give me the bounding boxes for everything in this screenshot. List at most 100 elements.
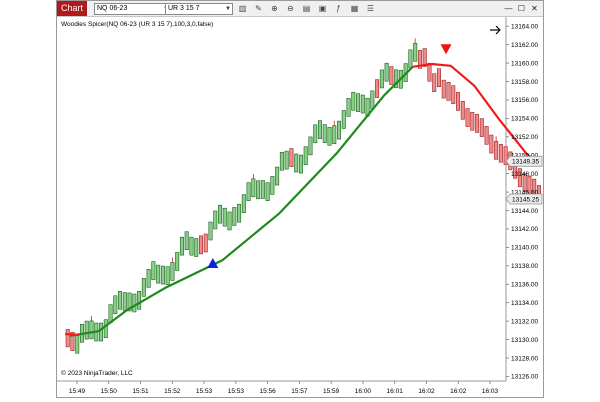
price-bar [470, 111, 475, 131]
price-bar [275, 166, 280, 186]
price-bar [370, 90, 375, 110]
price-bar [408, 49, 413, 69]
copyright-label: © 2023 NinjaTrader, LLC [61, 369, 133, 377]
price-tick-label: 13132.00 [511, 318, 538, 325]
bar-chart-icon[interactable]: ▥ [237, 3, 248, 14]
price-bar [132, 293, 137, 313]
price-bar [99, 322, 104, 342]
price-tick-label: 13126.00 [511, 374, 538, 381]
zoom-out-icon[interactable]: ⊖ [285, 3, 296, 14]
price-bar [84, 320, 89, 340]
price-bar [384, 62, 389, 82]
price-bar [179, 236, 184, 256]
instrument-value: NQ 06-23 [97, 5, 128, 12]
price-tick-label: 13154.00 [511, 116, 538, 123]
window-title: Chart [57, 1, 87, 16]
price-chart[interactable]: 13164.00 13162.00 13160.00 13158.00 13156.00… [57, 17, 543, 397]
time-tick-label: 15:51 [132, 388, 149, 395]
price-bar [441, 79, 446, 99]
time-tick-label: 15:53 [228, 388, 245, 395]
price-bar [308, 136, 313, 156]
instrument-selector[interactable]: NQ 06-23 ▼ [94, 3, 171, 15]
price-tick-label: 13148.00 [511, 171, 538, 178]
price-bar [122, 292, 127, 311]
price-bar [303, 146, 308, 165]
time-tick-label: 15:50 [101, 388, 118, 395]
price-bar [313, 124, 318, 144]
price-bar [413, 43, 418, 62]
price-bar [465, 108, 470, 127]
close-icon[interactable]: ✕ [529, 3, 540, 14]
price-bar [341, 110, 346, 129]
price-bar [108, 304, 113, 323]
price-bar [170, 262, 175, 281]
price-tick-label: 13130.00 [511, 337, 538, 344]
indicator-icon[interactable]: ƒ [333, 3, 344, 14]
price-bar [289, 148, 294, 167]
price-bar [279, 151, 284, 171]
price-bar [160, 265, 165, 285]
price-bar [432, 73, 437, 92]
time-tick-label: 15:57 [291, 388, 308, 395]
bar-type-selector[interactable]: UR 3 15 7 ▼ [165, 3, 233, 15]
chevron-down-icon: ▼ [225, 6, 231, 12]
price-bar [103, 319, 108, 338]
price-bar [270, 176, 275, 195]
price-bar [446, 82, 451, 101]
price-tick-label: 13128.00 [511, 355, 538, 362]
price-axis: 13164.00 13162.00 13160.00 13158.00 13156.00… [505, 24, 543, 381]
price-bar [146, 269, 151, 288]
price-bar [184, 231, 189, 251]
price-bar [379, 69, 384, 89]
price-bar [498, 143, 503, 163]
price-bar [389, 66, 394, 85]
time-tick-label: 15:53 [196, 388, 213, 395]
price-bar [327, 126, 332, 146]
price-tick-label: 13162.00 [511, 42, 538, 49]
price-tick-label: 13144.00 [511, 208, 538, 215]
price-tick-label: 13156.00 [511, 97, 538, 104]
chart-area[interactable]: 13164.00 13162.00 13160.00 13158.00 13156.00… [57, 17, 543, 402]
price-tick-label: 13134.00 [511, 300, 538, 307]
properties-icon[interactable]: ▤ [301, 3, 312, 14]
price-bar [456, 92, 461, 111]
time-tick-label: 15:56 [259, 388, 276, 395]
price-bar [141, 278, 146, 297]
price-bar [284, 150, 289, 170]
maximize-icon[interactable]: ☐ [516, 3, 527, 14]
price-bar [475, 114, 480, 133]
price-bar [427, 62, 432, 82]
price-bar [118, 290, 123, 310]
time-tick-label: 15:52 [164, 388, 181, 395]
time-tick-label: 16:03 [482, 388, 499, 395]
minimize-icon[interactable]: — [503, 3, 514, 14]
price-bar [460, 101, 465, 120]
price-tick-label: 13164.00 [511, 24, 538, 31]
price-bar [346, 98, 351, 117]
data-box-icon[interactable]: ☰ [365, 3, 376, 14]
price-bar [222, 207, 227, 227]
price-tick-label: 13158.00 [511, 79, 538, 86]
price-bar [208, 221, 213, 241]
price-bar [375, 79, 380, 98]
price-bar [317, 120, 322, 139]
price-bar [479, 118, 484, 137]
time-tick-label: 16:02 [450, 388, 467, 395]
price-bar [484, 126, 489, 145]
time-tick-label: 16:01 [387, 388, 404, 395]
price-bar [156, 264, 161, 284]
zoom-in-icon[interactable]: ⊕ [269, 3, 280, 14]
ma-initial-segment [65, 332, 80, 336]
template-icon[interactable]: ▣ [317, 3, 328, 14]
price-tick-label: 13152.00 [511, 134, 538, 141]
price-bar [489, 134, 494, 154]
price-bar [232, 207, 237, 226]
price-bar [256, 180, 261, 200]
price-bar [332, 125, 337, 144]
pencil-icon[interactable]: ✎ [253, 3, 264, 14]
price-bar [294, 153, 299, 173]
price-bar [113, 295, 118, 315]
time-axis: 15:49 15:50 15:51 15:52 15:53 15:53 15:56 15:57… [69, 381, 499, 395]
price-tick-label: 13160.00 [511, 60, 538, 67]
strategy-icon[interactable]: ▦ [349, 3, 360, 14]
